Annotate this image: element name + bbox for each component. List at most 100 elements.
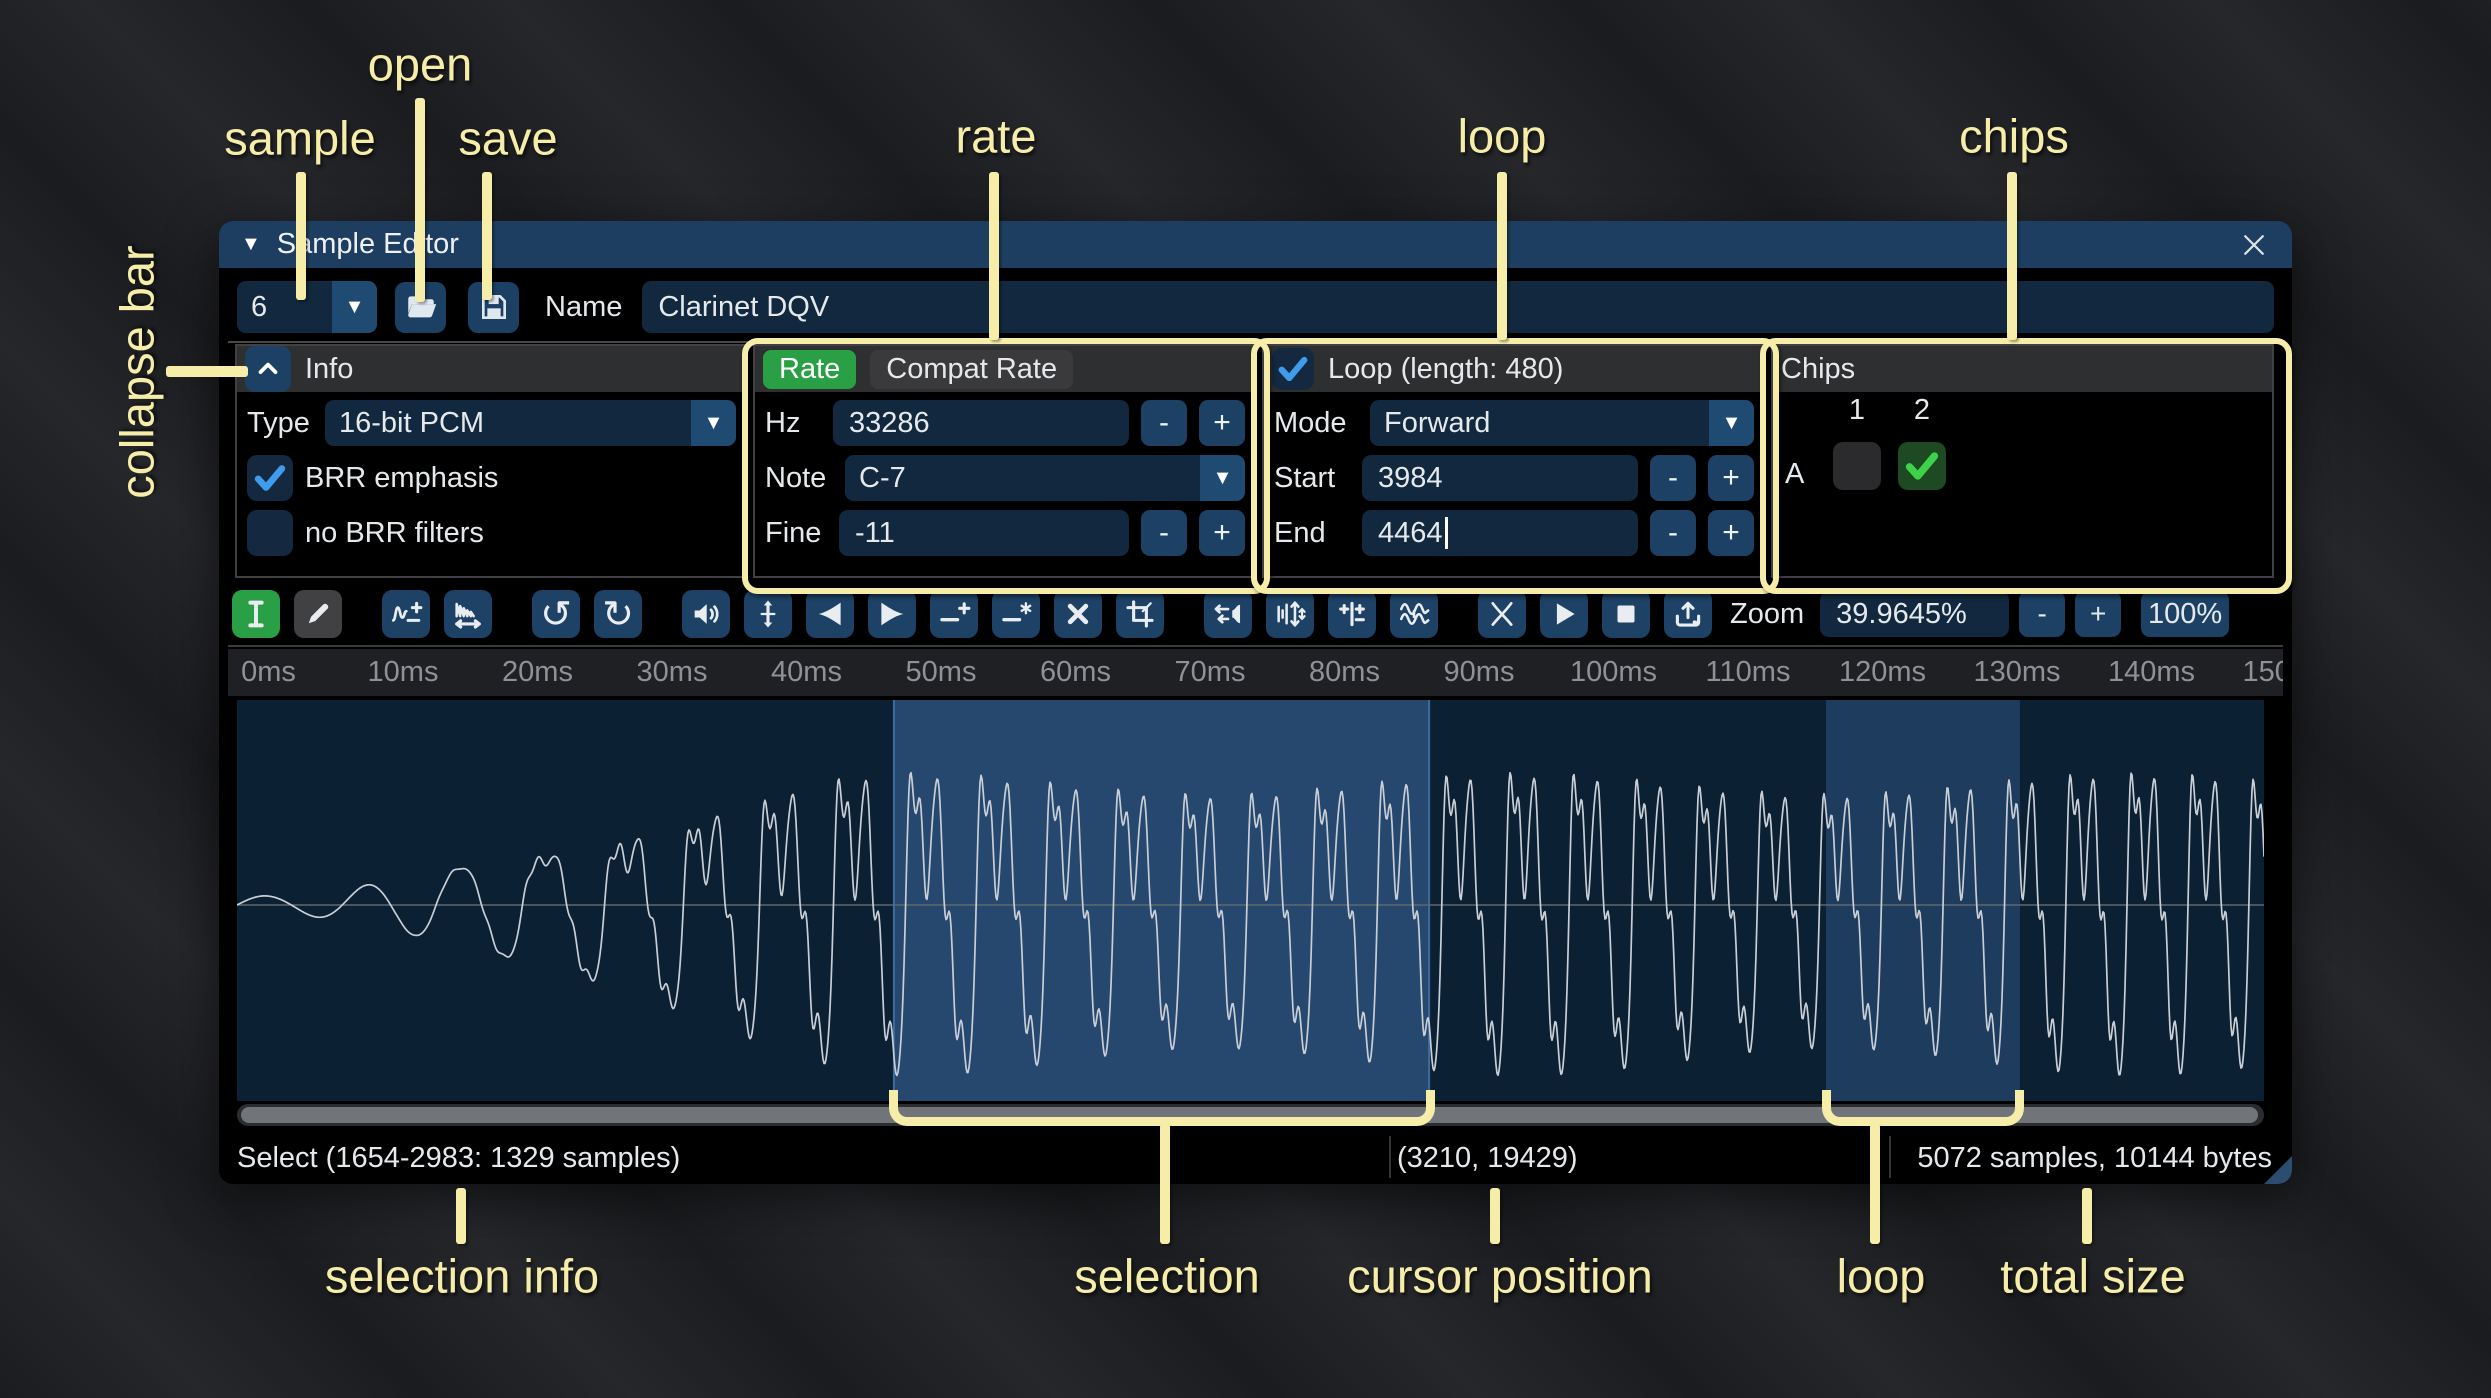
chip-2-checkbox[interactable] [1898, 442, 1946, 490]
note-value: C-7 [859, 461, 906, 494]
zoom-in-button[interactable]: + [2075, 591, 2122, 637]
normalize-button[interactable] [744, 590, 792, 638]
hz-input[interactable]: 33286 [833, 400, 1129, 446]
fine-minus-button[interactable]: - [1141, 510, 1187, 556]
annotation-selection-info: selection info [324, 1249, 600, 1303]
chevron-down-icon[interactable]: ▼ [1200, 455, 1245, 501]
window-resize-grip[interactable] [2264, 1156, 2292, 1184]
speaker-icon [689, 597, 723, 631]
tab-rate[interactable]: Rate [763, 349, 857, 389]
annotation-total-size: total size [2000, 1249, 2186, 1303]
chevron-down-icon[interactable]: ▼ [332, 281, 377, 333]
trim-button[interactable] [1116, 590, 1164, 638]
fade-out-button[interactable] [868, 590, 916, 638]
annotation-line-loop [1497, 172, 1507, 340]
fine-plus-button[interactable]: + [1199, 510, 1245, 556]
loop-end-minus-button[interactable]: - [1650, 510, 1696, 556]
ruler-label: 90ms [1443, 656, 1515, 688]
fade-in-button[interactable] [806, 590, 854, 638]
chevron-down-icon[interactable]: ▼ [1709, 400, 1754, 446]
triangle-right-icon [875, 597, 909, 631]
zoom-input[interactable]: 39.9645% [1820, 591, 2010, 637]
tab-compat-rate[interactable]: Compat Rate [870, 349, 1074, 389]
undo-button[interactable]: ↺ [532, 590, 580, 638]
rate-panel: Rate Compat Rate Hz 33286 - + Note C-7 ▼ [753, 344, 1257, 578]
no-brr-filters-checkbox[interactable] [247, 510, 293, 556]
apply-silence-button[interactable] [992, 590, 1040, 638]
chip-row-label: A [1785, 458, 1805, 490]
annotation-line-selection-info [456, 1188, 466, 1244]
title-bar[interactable]: ▼ Sample Editor [219, 221, 2292, 268]
hz-minus-button[interactable]: - [1141, 400, 1187, 446]
sign-button[interactable] [1328, 590, 1376, 638]
ruler-label: 100ms [1569, 656, 1658, 688]
reverse-button[interactable] [1204, 590, 1252, 638]
invert-button[interactable] [1266, 590, 1314, 638]
property-panels: Info Type 16-bit PCM ▼ BRR emphasis no B… [235, 344, 2274, 578]
waveform-view[interactable] [236, 700, 2265, 1101]
zoom-reset-button[interactable]: 100% [2141, 591, 2230, 637]
close-button[interactable] [2234, 225, 2274, 265]
insert-silence-button[interactable] [930, 590, 978, 638]
loop-start-plus-button[interactable]: + [1708, 455, 1754, 501]
fine-input[interactable]: -11 [839, 510, 1129, 556]
fine-value: -11 [855, 516, 895, 549]
hz-plus-button[interactable]: + [1199, 400, 1245, 446]
name-input[interactable]: Clarinet DQV [642, 281, 2274, 333]
amplify-button[interactable] [682, 590, 730, 638]
loop-panel: Loop (length: 480) Mode Forward ▼ Start … [1262, 344, 1766, 578]
resize-button[interactable] [382, 590, 430, 638]
preview-button[interactable] [1540, 590, 1588, 638]
save-sample-button[interactable] [468, 281, 519, 333]
chip-column-2: 2 [1913, 394, 1931, 426]
ruler-label: 40ms [771, 656, 842, 688]
loop-start-input[interactable]: 3984 [1362, 455, 1638, 501]
chips-panel-title: Chips [1781, 352, 1856, 385]
make-instrument-button[interactable] [1664, 590, 1712, 638]
arrows-vertical-icon [751, 597, 785, 631]
loop-mode-select[interactable]: Forward ▼ [1370, 400, 1754, 446]
redo-button[interactable]: ↻ [594, 590, 642, 638]
waveform-plot [236, 700, 2265, 1101]
line-star-icon [999, 597, 1033, 631]
crossfade-loop-button[interactable] [1478, 590, 1526, 638]
loop-end-input[interactable]: 4464 [1362, 510, 1638, 556]
info-panel-header: Info [237, 346, 746, 392]
chips-panel: Chips 1 2 A [1771, 344, 2274, 578]
name-value: Clarinet DQV [658, 290, 830, 323]
zoom-out-button[interactable]: - [2019, 591, 2066, 637]
chevron-down-icon[interactable]: ▼ [691, 400, 736, 446]
brr-emphasis-checkbox[interactable] [247, 455, 293, 501]
sample-select[interactable]: 6 ▼ [237, 281, 377, 333]
loop-bracket [1822, 1090, 2024, 1126]
rate-panel-header: Rate Compat Rate [755, 346, 1255, 392]
delete-button[interactable] [1054, 590, 1102, 638]
time-ruler[interactable]: 0ms 10ms 20ms 30ms 40ms 50ms 60ms 70ms 80ms 90ms 1… [228, 649, 2283, 696]
note-label: Note [765, 461, 827, 494]
info-panel: Info Type 16-bit PCM ▼ BRR emphasis no B… [235, 344, 748, 578]
check-icon [1278, 356, 1308, 382]
status-divider [1889, 1136, 1891, 1178]
loop-start-minus-button[interactable]: - [1650, 455, 1696, 501]
collapse-panel-button[interactable] [245, 346, 291, 392]
loop-enable-checkbox[interactable] [1272, 348, 1314, 390]
loop-end-plus-button[interactable]: + [1708, 510, 1754, 556]
loop-mode-value: Forward [1384, 406, 1491, 439]
chip-1-checkbox[interactable] [1833, 442, 1881, 490]
filter-button[interactable] [1390, 590, 1438, 638]
draw-mode-button[interactable] [294, 590, 342, 638]
ruler-label: 150ms [2242, 656, 2283, 688]
info-panel-title: Info [305, 352, 354, 385]
text-cursor [1444, 517, 1448, 549]
note-select[interactable]: C-7 ▼ [845, 455, 1245, 501]
select-mode-button[interactable] [232, 590, 280, 638]
loop-start-label: Start [1274, 461, 1336, 494]
window-collapse-icon[interactable]: ▼ [241, 233, 261, 256]
chip-column-1: 1 [1848, 394, 1866, 426]
stop-preview-button[interactable] [1602, 590, 1650, 638]
annotation-sample: sample [224, 111, 376, 165]
type-select[interactable]: 16-bit PCM ▼ [325, 400, 736, 446]
ruler-label: 0ms [241, 656, 296, 688]
type-value: 16-bit PCM [339, 406, 485, 439]
resample-button[interactable] [444, 590, 492, 638]
